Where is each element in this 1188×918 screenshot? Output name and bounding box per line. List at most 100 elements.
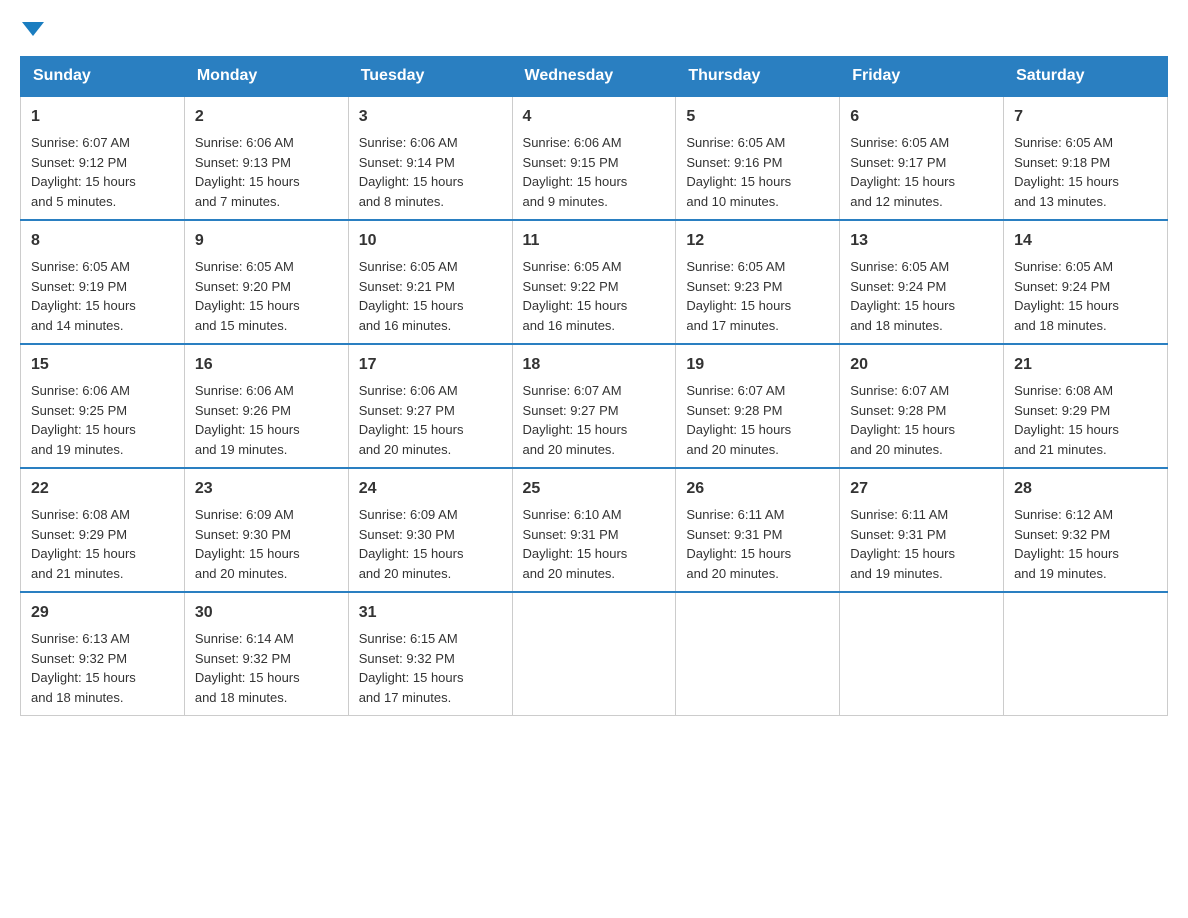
day-info: Sunrise: 6:12 AM Sunset: 9:32 PM Dayligh… — [1014, 507, 1119, 581]
calendar-cell — [512, 592, 676, 716]
calendar-cell: 15 Sunrise: 6:06 AM Sunset: 9:25 PM Dayl… — [21, 344, 185, 468]
day-number: 8 — [31, 229, 174, 253]
day-info: Sunrise: 6:06 AM Sunset: 9:27 PM Dayligh… — [359, 383, 464, 457]
day-info: Sunrise: 6:08 AM Sunset: 9:29 PM Dayligh… — [1014, 383, 1119, 457]
calendar-header: SundayMondayTuesdayWednesdayThursdayFrid… — [21, 57, 1168, 97]
calendar-cell: 7 Sunrise: 6:05 AM Sunset: 9:18 PM Dayli… — [1004, 96, 1168, 220]
day-info: Sunrise: 6:06 AM Sunset: 9:15 PM Dayligh… — [523, 135, 628, 209]
calendar-table: SundayMondayTuesdayWednesdayThursdayFrid… — [20, 56, 1168, 716]
day-of-week-friday: Friday — [840, 57, 1004, 97]
day-info: Sunrise: 6:11 AM Sunset: 9:31 PM Dayligh… — [850, 507, 955, 581]
day-info: Sunrise: 6:13 AM Sunset: 9:32 PM Dayligh… — [31, 631, 136, 705]
logo — [20, 20, 44, 36]
calendar-week-1: 1 Sunrise: 6:07 AM Sunset: 9:12 PM Dayli… — [21, 96, 1168, 220]
calendar-cell — [840, 592, 1004, 716]
day-of-week-saturday: Saturday — [1004, 57, 1168, 97]
calendar-cell: 31 Sunrise: 6:15 AM Sunset: 9:32 PM Dayl… — [348, 592, 512, 716]
day-info: Sunrise: 6:05 AM Sunset: 9:24 PM Dayligh… — [850, 259, 955, 333]
day-of-week-wednesday: Wednesday — [512, 57, 676, 97]
calendar-cell: 22 Sunrise: 6:08 AM Sunset: 9:29 PM Dayl… — [21, 468, 185, 592]
day-number: 6 — [850, 105, 993, 129]
day-info: Sunrise: 6:06 AM Sunset: 9:25 PM Dayligh… — [31, 383, 136, 457]
calendar-cell: 16 Sunrise: 6:06 AM Sunset: 9:26 PM Dayl… — [184, 344, 348, 468]
day-info: Sunrise: 6:09 AM Sunset: 9:30 PM Dayligh… — [359, 507, 464, 581]
calendar-body: 1 Sunrise: 6:07 AM Sunset: 9:12 PM Dayli… — [21, 96, 1168, 716]
day-number: 10 — [359, 229, 502, 253]
day-number: 3 — [359, 105, 502, 129]
day-info: Sunrise: 6:05 AM Sunset: 9:20 PM Dayligh… — [195, 259, 300, 333]
calendar-week-4: 22 Sunrise: 6:08 AM Sunset: 9:29 PM Dayl… — [21, 468, 1168, 592]
calendar-cell: 6 Sunrise: 6:05 AM Sunset: 9:17 PM Dayli… — [840, 96, 1004, 220]
day-number: 17 — [359, 353, 502, 377]
calendar-cell: 21 Sunrise: 6:08 AM Sunset: 9:29 PM Dayl… — [1004, 344, 1168, 468]
calendar-cell: 28 Sunrise: 6:12 AM Sunset: 9:32 PM Dayl… — [1004, 468, 1168, 592]
day-number: 28 — [1014, 477, 1157, 501]
day-info: Sunrise: 6:05 AM Sunset: 9:23 PM Dayligh… — [686, 259, 791, 333]
calendar-cell: 14 Sunrise: 6:05 AM Sunset: 9:24 PM Dayl… — [1004, 220, 1168, 344]
calendar-cell: 19 Sunrise: 6:07 AM Sunset: 9:28 PM Dayl… — [676, 344, 840, 468]
day-number: 16 — [195, 353, 338, 377]
day-number: 18 — [523, 353, 666, 377]
calendar-cell: 24 Sunrise: 6:09 AM Sunset: 9:30 PM Dayl… — [348, 468, 512, 592]
day-number: 23 — [195, 477, 338, 501]
calendar-cell: 8 Sunrise: 6:05 AM Sunset: 9:19 PM Dayli… — [21, 220, 185, 344]
day-info: Sunrise: 6:05 AM Sunset: 9:24 PM Dayligh… — [1014, 259, 1119, 333]
calendar-cell: 26 Sunrise: 6:11 AM Sunset: 9:31 PM Dayl… — [676, 468, 840, 592]
day-number: 1 — [31, 105, 174, 129]
calendar-week-3: 15 Sunrise: 6:06 AM Sunset: 9:25 PM Dayl… — [21, 344, 1168, 468]
day-number: 15 — [31, 353, 174, 377]
day-info: Sunrise: 6:07 AM Sunset: 9:28 PM Dayligh… — [850, 383, 955, 457]
day-number: 19 — [686, 353, 829, 377]
day-of-week-monday: Monday — [184, 57, 348, 97]
day-number: 22 — [31, 477, 174, 501]
calendar-cell — [1004, 592, 1168, 716]
day-info: Sunrise: 6:05 AM Sunset: 9:21 PM Dayligh… — [359, 259, 464, 333]
day-info: Sunrise: 6:05 AM Sunset: 9:16 PM Dayligh… — [686, 135, 791, 209]
day-number: 11 — [523, 229, 666, 253]
day-number: 5 — [686, 105, 829, 129]
day-number: 9 — [195, 229, 338, 253]
day-number: 27 — [850, 477, 993, 501]
calendar-cell: 18 Sunrise: 6:07 AM Sunset: 9:27 PM Dayl… — [512, 344, 676, 468]
day-of-week-sunday: Sunday — [21, 57, 185, 97]
day-info: Sunrise: 6:06 AM Sunset: 9:13 PM Dayligh… — [195, 135, 300, 209]
calendar-cell: 12 Sunrise: 6:05 AM Sunset: 9:23 PM Dayl… — [676, 220, 840, 344]
calendar-cell: 9 Sunrise: 6:05 AM Sunset: 9:20 PM Dayli… — [184, 220, 348, 344]
days-of-week-row: SundayMondayTuesdayWednesdayThursdayFrid… — [21, 57, 1168, 97]
day-info: Sunrise: 6:07 AM Sunset: 9:27 PM Dayligh… — [523, 383, 628, 457]
calendar-cell: 3 Sunrise: 6:06 AM Sunset: 9:14 PM Dayli… — [348, 96, 512, 220]
day-info: Sunrise: 6:15 AM Sunset: 9:32 PM Dayligh… — [359, 631, 464, 705]
calendar-cell: 17 Sunrise: 6:06 AM Sunset: 9:27 PM Dayl… — [348, 344, 512, 468]
calendar-cell: 1 Sunrise: 6:07 AM Sunset: 9:12 PM Dayli… — [21, 96, 185, 220]
calendar-cell — [676, 592, 840, 716]
day-info: Sunrise: 6:08 AM Sunset: 9:29 PM Dayligh… — [31, 507, 136, 581]
day-of-week-tuesday: Tuesday — [348, 57, 512, 97]
day-info: Sunrise: 6:10 AM Sunset: 9:31 PM Dayligh… — [523, 507, 628, 581]
day-info: Sunrise: 6:05 AM Sunset: 9:22 PM Dayligh… — [523, 259, 628, 333]
day-number: 13 — [850, 229, 993, 253]
calendar-cell: 30 Sunrise: 6:14 AM Sunset: 9:32 PM Dayl… — [184, 592, 348, 716]
day-number: 12 — [686, 229, 829, 253]
day-number: 14 — [1014, 229, 1157, 253]
calendar-week-5: 29 Sunrise: 6:13 AM Sunset: 9:32 PM Dayl… — [21, 592, 1168, 716]
calendar-cell: 4 Sunrise: 6:06 AM Sunset: 9:15 PM Dayli… — [512, 96, 676, 220]
calendar-cell: 13 Sunrise: 6:05 AM Sunset: 9:24 PM Dayl… — [840, 220, 1004, 344]
day-number: 30 — [195, 601, 338, 625]
day-number: 4 — [523, 105, 666, 129]
day-info: Sunrise: 6:05 AM Sunset: 9:19 PM Dayligh… — [31, 259, 136, 333]
calendar-cell: 20 Sunrise: 6:07 AM Sunset: 9:28 PM Dayl… — [840, 344, 1004, 468]
day-of-week-thursday: Thursday — [676, 57, 840, 97]
day-number: 20 — [850, 353, 993, 377]
day-number: 2 — [195, 105, 338, 129]
page-header — [20, 20, 1168, 36]
calendar-cell: 11 Sunrise: 6:05 AM Sunset: 9:22 PM Dayl… — [512, 220, 676, 344]
day-number: 7 — [1014, 105, 1157, 129]
day-info: Sunrise: 6:09 AM Sunset: 9:30 PM Dayligh… — [195, 507, 300, 581]
day-number: 25 — [523, 477, 666, 501]
calendar-cell: 29 Sunrise: 6:13 AM Sunset: 9:32 PM Dayl… — [21, 592, 185, 716]
day-number: 31 — [359, 601, 502, 625]
calendar-cell: 27 Sunrise: 6:11 AM Sunset: 9:31 PM Dayl… — [840, 468, 1004, 592]
day-number: 26 — [686, 477, 829, 501]
day-number: 24 — [359, 477, 502, 501]
calendar-cell: 25 Sunrise: 6:10 AM Sunset: 9:31 PM Dayl… — [512, 468, 676, 592]
